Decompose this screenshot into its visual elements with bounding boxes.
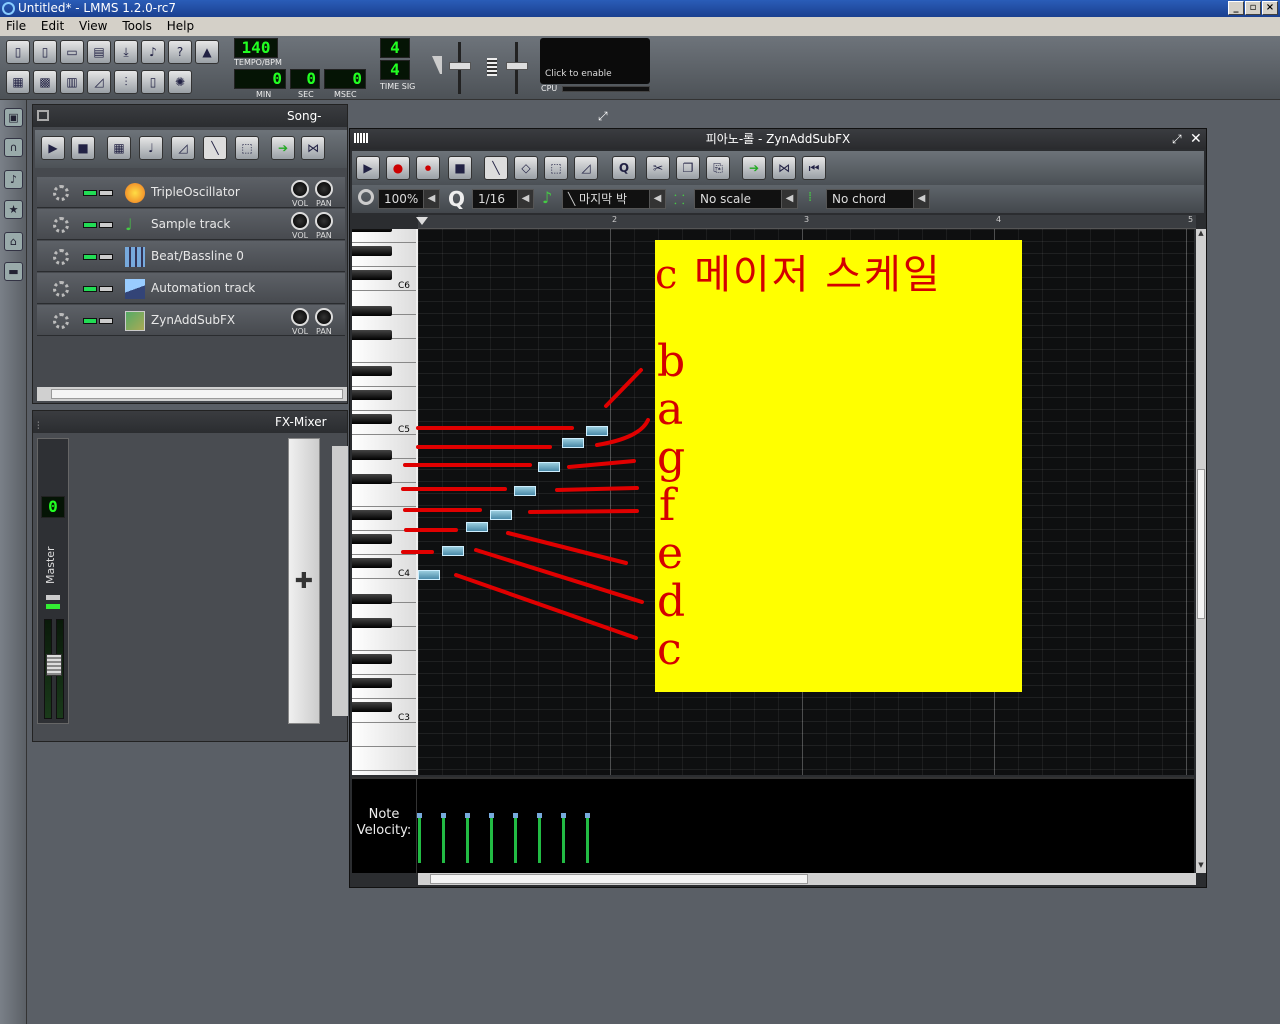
annotation-line	[528, 509, 639, 514]
annotation-line	[595, 418, 650, 447]
annotation-line	[604, 368, 643, 408]
annotation-arrows	[401, 368, 650, 640]
annotation-line	[474, 548, 644, 604]
annotation-line	[454, 573, 638, 640]
annotation-line	[567, 459, 636, 469]
annotation-line	[506, 531, 628, 565]
annotation-line	[555, 486, 639, 492]
